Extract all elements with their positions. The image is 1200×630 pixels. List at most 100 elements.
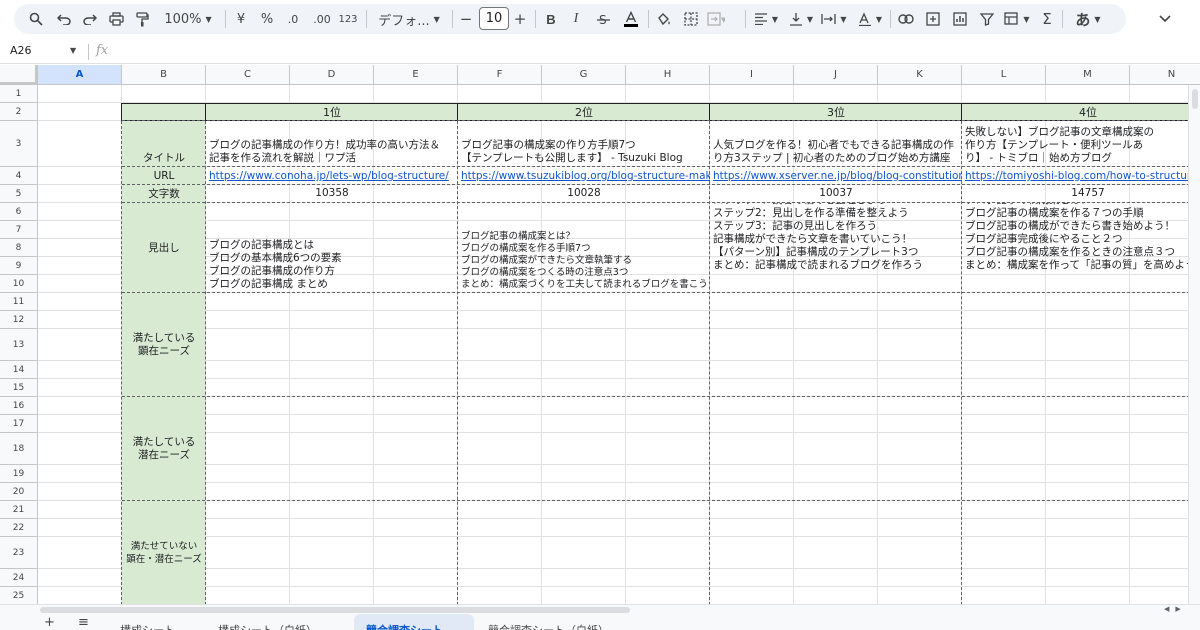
chevron-down-icon[interactable]: ▼ [70, 46, 76, 55]
tab-sheet-3[interactable]: 競合調査シート [354, 614, 474, 630]
name-box[interactable]: A26 [10, 44, 32, 57]
row-header-14[interactable]: 14 [0, 361, 38, 379]
row-header-20[interactable]: 20 [0, 483, 38, 501]
row-header-16[interactable]: 16 [0, 397, 38, 415]
input-tools-button[interactable]: あ ▼ [1070, 4, 1106, 34]
column-header-a[interactable]: A [38, 65, 122, 85]
increase-font-size-button[interactable]: + [512, 4, 528, 34]
vertical-scrollbar[interactable] [1188, 85, 1200, 605]
spreadsheet-grid[interactable]: A B C D E F G H I J K L M N 1 2 3 4 5 6 7 8 9 10 11 12 13 14 15 16 17 1… [0, 65, 1200, 605]
horizontal-scrollbar[interactable]: ◀▶ [0, 604, 1200, 614]
column-header-d[interactable]: D [290, 65, 374, 85]
row-header-8[interactable]: 8 [0, 239, 38, 257]
increase-decimal-button[interactable]: .00 [309, 4, 335, 34]
font-family-select[interactable]: デフォ... ▼ [374, 4, 444, 34]
font-size-input[interactable]: 10 [479, 7, 509, 30]
row-header-18[interactable]: 18 [0, 433, 38, 465]
row-header-21[interactable]: 21 [0, 501, 38, 519]
tab-sheet-2[interactable]: 構成シート（白紙） [206, 614, 352, 630]
row-header-4[interactable]: 4 [0, 167, 38, 185]
column-header-h[interactable]: H [626, 65, 710, 85]
filter-views-icon[interactable]: ▼ [1002, 4, 1032, 34]
paint-format-icon[interactable] [132, 4, 152, 34]
vertical-scroll-thumb[interactable] [1192, 89, 1198, 109]
italic-button[interactable]: I [567, 4, 585, 34]
row-header-17[interactable]: 17 [0, 415, 38, 433]
tab-sheet-1[interactable]: 構成シート [108, 614, 204, 630]
scroll-arrows-icon[interactable]: ◀▶ [1164, 605, 1187, 613]
row-header-5[interactable]: 5 [0, 185, 38, 203]
row-header-9[interactable]: 9 [0, 257, 38, 275]
zoom-select[interactable]: 100% ▼ [160, 4, 216, 34]
insert-comment-icon[interactable] [923, 4, 943, 34]
row-header-6[interactable]: 6 [0, 203, 38, 221]
text-rotation-icon[interactable]: ▼ [856, 4, 884, 34]
row-header-13[interactable]: 13 [0, 329, 38, 361]
column-header-j[interactable]: J [794, 65, 878, 85]
fill-color-icon[interactable] [654, 4, 674, 34]
strikethrough-icon[interactable]: S [594, 4, 612, 34]
row-header-7[interactable]: 7 [0, 221, 38, 239]
competitor-url-link[interactable]: https://www.xserver.ne.jp/blog/blog-cons… [713, 168, 962, 184]
currency-format-button[interactable]: ¥ [232, 4, 250, 34]
insert-chart-icon[interactable] [950, 4, 970, 34]
tab-label: 構成シート（白紙） [218, 622, 317, 630]
text-color-icon[interactable] [621, 4, 641, 34]
redo-icon[interactable] [80, 4, 100, 34]
row-header-2[interactable]: 2 [0, 103, 38, 121]
borders-icon[interactable] [681, 4, 701, 34]
row-header-3[interactable]: 3 [0, 121, 38, 167]
number-format-button[interactable]: 123 [337, 4, 359, 34]
row-header-10[interactable]: 10 [0, 275, 38, 293]
formula-input[interactable] [120, 42, 1180, 62]
row-header-11[interactable]: 11 [0, 293, 38, 311]
competitor-url-link[interactable]: https://tomiyoshi-blog.com/how-to-struct… [965, 168, 1200, 184]
column-header-n[interactable]: N [1130, 65, 1200, 85]
block-border [122, 166, 1200, 167]
competitor-url-link[interactable]: https://www.tsuzukiblog.org/blog-structu… [461, 168, 710, 184]
row-header-23[interactable]: 23 [0, 537, 38, 569]
all-sheets-menu-icon[interactable]: ≡ [78, 615, 89, 630]
insert-link-icon[interactable] [896, 4, 916, 34]
bold-button[interactable]: B [542, 4, 560, 34]
decrease-font-size-button[interactable]: − [458, 4, 474, 34]
number-format-label: 123 [338, 13, 358, 25]
row-header-19[interactable]: 19 [0, 465, 38, 483]
row-header-1[interactable]: 1 [0, 85, 38, 103]
text-wrap-icon[interactable]: ▼ [820, 4, 848, 34]
horizontal-align-icon[interactable]: ▼ [753, 4, 779, 34]
row-header-15[interactable]: 15 [0, 379, 38, 397]
column-header-m[interactable]: M [1046, 65, 1130, 85]
add-sheet-icon[interactable]: + [44, 615, 55, 630]
decrease-decimal-button[interactable]: .0 [282, 4, 304, 34]
hide-menus-button[interactable] [1150, 5, 1180, 33]
functions-button[interactable]: Σ [1038, 4, 1056, 34]
tab-sheet-4[interactable]: 競合調査シート（白紙） [476, 614, 656, 630]
merge-cells-icon[interactable]: ▼ [706, 4, 726, 34]
column-header-f[interactable]: F [458, 65, 542, 85]
select-all-corner[interactable] [0, 65, 38, 85]
column-header-i[interactable]: I [710, 65, 794, 85]
column-header-b[interactable]: B [122, 65, 206, 85]
column-header-l[interactable]: L [962, 65, 1046, 85]
competitor-url-link[interactable]: https://www.conoha.jp/lets-wp/blog-struc… [209, 168, 458, 184]
print-icon[interactable] [106, 4, 126, 34]
percent-format-button[interactable]: % [258, 4, 276, 34]
headings-list: ブログの記事構成とは ブログの基本構成6つの要素 ブログの記事構成の作り方 ブログの記… [209, 239, 342, 291]
filter-icon[interactable] [977, 4, 997, 34]
title-line: ブログの記事構成の作り方！成功率の高い方法＆ [209, 139, 440, 151]
undo-icon[interactable] [54, 4, 74, 34]
column-header-e[interactable]: E [374, 65, 458, 85]
row-header-22[interactable]: 22 [0, 519, 38, 537]
column-header-c[interactable]: C [206, 65, 290, 85]
competitor-title: 失敗しない】ブログ記事の文章構成案の 作り方【テンプレート・便利ツールあ り】 - … [965, 126, 1200, 165]
row-header-24[interactable]: 24 [0, 569, 38, 587]
column-header-k[interactable]: K [878, 65, 962, 85]
search-menus-icon[interactable] [26, 4, 46, 34]
row-label-headings: 見出し [148, 241, 180, 254]
row-header-12[interactable]: 12 [0, 311, 38, 329]
column-header-g[interactable]: G [542, 65, 626, 85]
vertical-align-icon[interactable]: ▼ [788, 4, 814, 34]
row-header-25[interactable]: 25 [0, 587, 38, 605]
horizontal-scroll-thumb[interactable] [40, 607, 630, 613]
